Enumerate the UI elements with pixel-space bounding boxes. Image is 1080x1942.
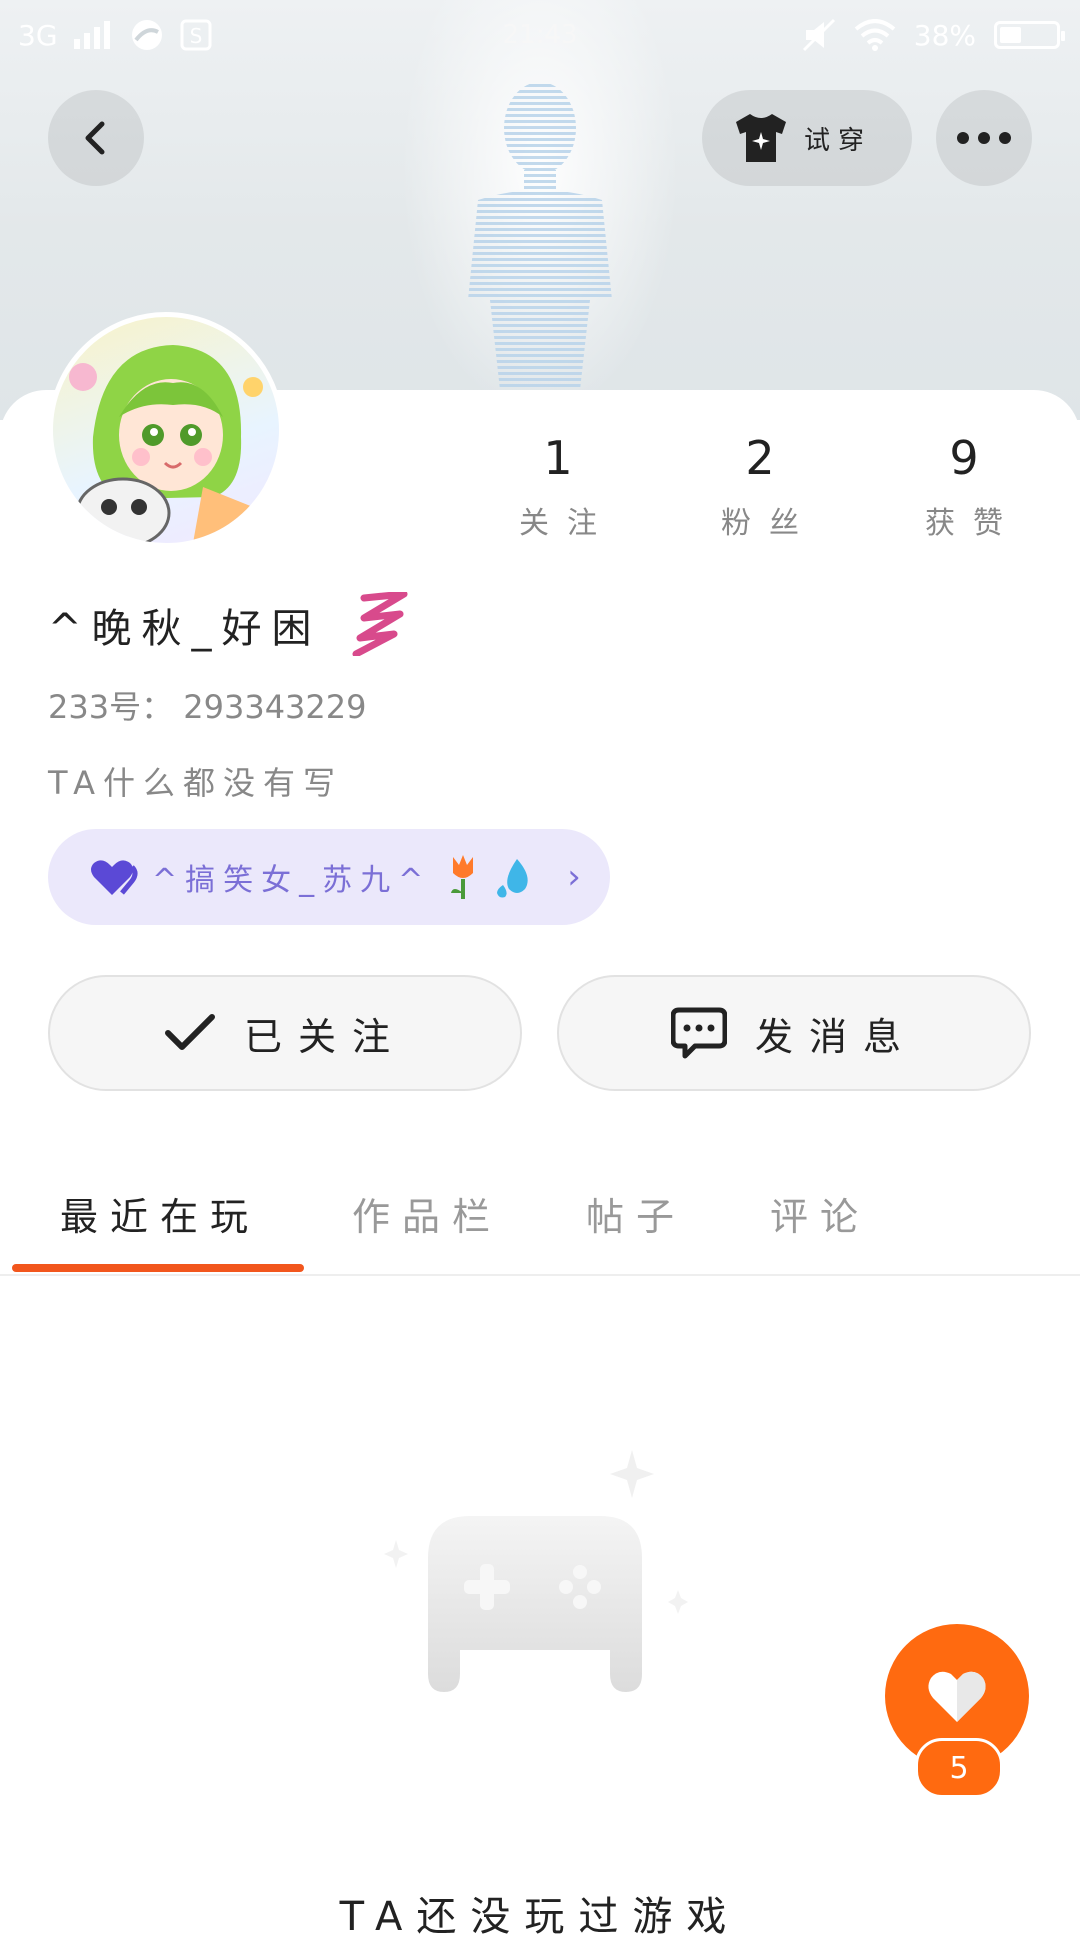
battery-icon xyxy=(994,21,1065,49)
follow-button[interactable]: 已关注 xyxy=(48,975,522,1091)
tab-comments[interactable]: 评论 xyxy=(770,1186,870,1241)
like-count-badge: 5 xyxy=(915,1738,1003,1798)
heart-icon xyxy=(928,1671,986,1722)
fans-count: 2 xyxy=(745,431,775,485)
tab-recently-played[interactable]: 最近在玩 xyxy=(60,1186,260,1241)
chat-bubble-icon xyxy=(670,1007,727,1059)
fans-label: 粉丝 xyxy=(721,506,817,541)
gamepad-empty-icon xyxy=(384,1450,688,1692)
fan-badge-label: ^搞笑女_苏九^ xyxy=(152,863,432,898)
stat-following[interactable]: 1 关注 xyxy=(478,430,638,542)
tab-posts[interactable]: 帖子 xyxy=(586,1186,686,1241)
purple-heart-icon xyxy=(91,860,138,895)
avatar[interactable] xyxy=(48,312,284,548)
send-message-button[interactable]: 发消息 xyxy=(557,975,1031,1091)
stat-fans[interactable]: 2 粉丝 xyxy=(680,430,840,542)
content-tabs: 最近在玩 作品栏 帖子 评论 xyxy=(0,1168,1080,1276)
follow-button-label: 已关注 xyxy=(243,1014,406,1059)
tab-divider xyxy=(0,1274,1080,1276)
username: ^晚秋_好困 xyxy=(48,606,322,652)
more-options-button[interactable] xyxy=(936,90,1032,186)
mute-icon xyxy=(802,18,835,52)
sweat-drops-icon xyxy=(497,859,528,898)
battery-percent: 38% xyxy=(913,18,976,52)
sleepy-zzz-icon xyxy=(352,592,408,656)
status-bar: 3G S 21:43 38% xyxy=(0,0,1080,74)
chevron-left-icon xyxy=(85,121,105,155)
send-message-label: 发消息 xyxy=(754,1014,917,1059)
try-on-label: 试穿 xyxy=(804,125,873,156)
try-on-button[interactable]: 试穿 xyxy=(702,90,912,186)
fan-badge[interactable]: ^搞笑女_苏九^ › xyxy=(48,829,610,925)
following-count: 1 xyxy=(543,431,573,485)
tshirt-icon xyxy=(736,114,786,162)
wifi-icon xyxy=(854,19,896,51)
empty-state-text: TA还没玩过游戏 xyxy=(339,1894,741,1940)
checkmark-icon xyxy=(164,1014,215,1050)
bio: TA什么都没有写 xyxy=(48,764,343,802)
stat-likes[interactable]: 9 获赞 xyxy=(884,430,1044,542)
tulip-icon xyxy=(451,855,474,899)
user-id: 233号： 293343229 xyxy=(48,688,367,726)
chevron-right-icon: › xyxy=(567,857,581,897)
following-label: 关注 xyxy=(519,506,615,541)
tab-works[interactable]: 作品栏 xyxy=(352,1186,502,1241)
likes-count: 9 xyxy=(949,431,979,485)
avatar-illustration xyxy=(69,345,263,543)
back-button[interactable] xyxy=(48,90,144,186)
likes-label: 获赞 xyxy=(925,506,1021,541)
more-dots-icon xyxy=(957,132,1011,144)
active-tab-indicator xyxy=(12,1264,304,1272)
